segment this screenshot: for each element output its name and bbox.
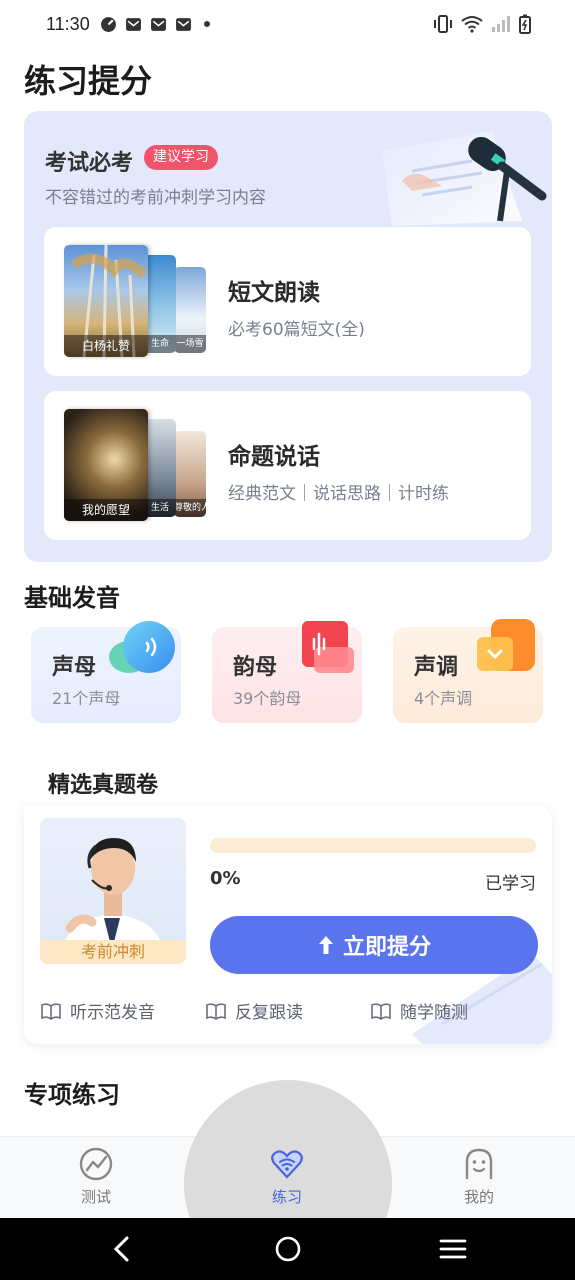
exam-papers-card: 考前冲刺 0% 已学习 立即提分 听示范发音 反复跟读 随学随测 xyxy=(24,806,552,1044)
cover-thumbnail: 白杨礼赞 xyxy=(64,245,148,357)
mail-icon xyxy=(150,17,166,31)
initials-tile[interactable]: 声母 21个声母 xyxy=(31,621,181,723)
cover-caption: 一场雪 xyxy=(174,335,206,353)
vibrate-icon xyxy=(434,15,452,33)
feature-label: 听示范发音 xyxy=(70,1003,155,1023)
microphone-illustration xyxy=(382,131,547,226)
tone-card-icon xyxy=(477,619,535,671)
status-time: 11:30 xyxy=(46,13,90,34)
home-button[interactable] xyxy=(258,1218,318,1280)
cover-caption: 生命 xyxy=(144,335,176,353)
cover-thumbnail: 一场雪 xyxy=(174,267,206,353)
practice-heart-icon xyxy=(271,1150,303,1179)
page-title: 练习提分 xyxy=(24,62,153,100)
wifi-icon xyxy=(461,16,483,33)
exam-section-title: 考试必考 xyxy=(45,151,134,176)
nav-item-practice[interactable]: 练习 xyxy=(247,1146,327,1207)
progress-percent: 0% xyxy=(210,868,241,889)
basic-section-title: 基础发音 xyxy=(24,584,120,612)
tile-name: 声母 xyxy=(52,655,97,680)
course-card-passage-reading[interactable]: 一场雪 生命 白杨礼赞 短文朗读 必考60篇短文(全) xyxy=(44,227,531,376)
sound-wave-icon xyxy=(109,621,175,673)
tile-name: 声调 xyxy=(414,655,459,680)
cover-thumbnail: 我的愿望 xyxy=(64,409,148,521)
nav-item-test[interactable]: 测试 xyxy=(56,1146,136,1207)
cover-stack: 一场雪 生命 白杨礼赞 xyxy=(64,245,209,357)
recommend-badge: 建议学习 xyxy=(144,145,218,170)
recents-button[interactable] xyxy=(423,1218,483,1280)
book-icon xyxy=(371,1002,391,1020)
course-title: 短文朗读 xyxy=(228,280,320,306)
arrow-up-icon xyxy=(318,936,333,954)
battery-charging-icon xyxy=(519,14,531,34)
course-card-topic-speaking[interactable]: 尊敬的人 生活 我的愿望 命题说话 经典范文｜说话思路｜计时练 xyxy=(44,391,531,540)
progress-label: 已学习 xyxy=(485,874,536,894)
finals-tile[interactable]: 韵母 39个韵母 xyxy=(212,621,362,723)
book-icon xyxy=(206,1002,226,1020)
nav-label: 我的 xyxy=(463,1188,494,1206)
menu-lines-icon xyxy=(439,1239,467,1259)
cover-caption: 尊敬的人 xyxy=(174,499,206,517)
cover-stack: 尊敬的人 生活 我的愿望 xyxy=(64,409,209,521)
chart-line-icon xyxy=(79,1147,113,1181)
feature-repeat-reading: 反复跟读 xyxy=(205,998,303,1023)
nav-item-profile[interactable]: 我的 xyxy=(439,1146,519,1207)
back-icon xyxy=(113,1236,129,1262)
tile-count: 21个声母 xyxy=(52,689,121,708)
notification-dot-icon xyxy=(203,21,210,27)
cover-thumbnail: 尊敬的人 xyxy=(174,431,206,517)
signal-icon xyxy=(492,16,510,32)
feature-label: 随学随测 xyxy=(400,1003,468,1023)
course-subtitle: 经典范文｜说话思路｜计时练 xyxy=(228,484,449,504)
cover-caption: 生活 xyxy=(144,499,176,517)
boost-button-label: 立即提分 xyxy=(342,934,431,959)
teacher-image: 考前冲刺 xyxy=(40,818,186,964)
nav-label: 练习 xyxy=(271,1188,302,1206)
tile-name: 韵母 xyxy=(233,655,278,680)
course-title: 命题说话 xyxy=(228,444,320,470)
exam-section-subtitle: 不容错过的考前冲刺学习内容 xyxy=(45,188,266,208)
nav-label: 测试 xyxy=(80,1188,111,1206)
papers-section-title: 精选真题卷 xyxy=(48,773,159,798)
course-subtitle: 必考60篇短文(全) xyxy=(228,320,365,340)
cover-thumbnail: 生命 xyxy=(144,255,176,353)
cover-thumbnail: 生活 xyxy=(144,419,176,517)
status-bar: 11:30 xyxy=(0,0,575,48)
feature-demo-pronunciation: 听示范发音 xyxy=(40,998,155,1023)
exam-essentials-card: 考试必考 建议学习 不容错过的考前冲刺学习内容 一场雪 生命 白杨礼赞 短文朗读… xyxy=(24,111,552,562)
mail-icon xyxy=(125,17,141,31)
cover-caption: 我的愿望 xyxy=(64,499,148,521)
teacher-tag: 考前冲刺 xyxy=(40,940,186,964)
speed-icon xyxy=(100,16,116,32)
mail-icon xyxy=(175,17,191,31)
progress-bar xyxy=(210,838,536,853)
profile-icon xyxy=(465,1148,493,1179)
feature-learn-test: 随学随测 xyxy=(370,998,468,1023)
cover-caption: 白杨礼赞 xyxy=(64,335,148,357)
tile-count: 39个韵母 xyxy=(233,689,302,708)
home-circle-icon xyxy=(275,1236,301,1262)
tile-count: 4个声调 xyxy=(414,689,473,708)
boost-now-button[interactable]: 立即提分 xyxy=(210,916,538,974)
book-icon xyxy=(41,1002,61,1020)
voice-card-icon xyxy=(302,621,354,673)
feature-label: 反复跟读 xyxy=(235,1003,303,1023)
special-section-title: 专项练习 xyxy=(24,1081,120,1109)
tones-tile[interactable]: 声调 4个声调 xyxy=(393,619,543,723)
back-button[interactable] xyxy=(92,1218,152,1280)
